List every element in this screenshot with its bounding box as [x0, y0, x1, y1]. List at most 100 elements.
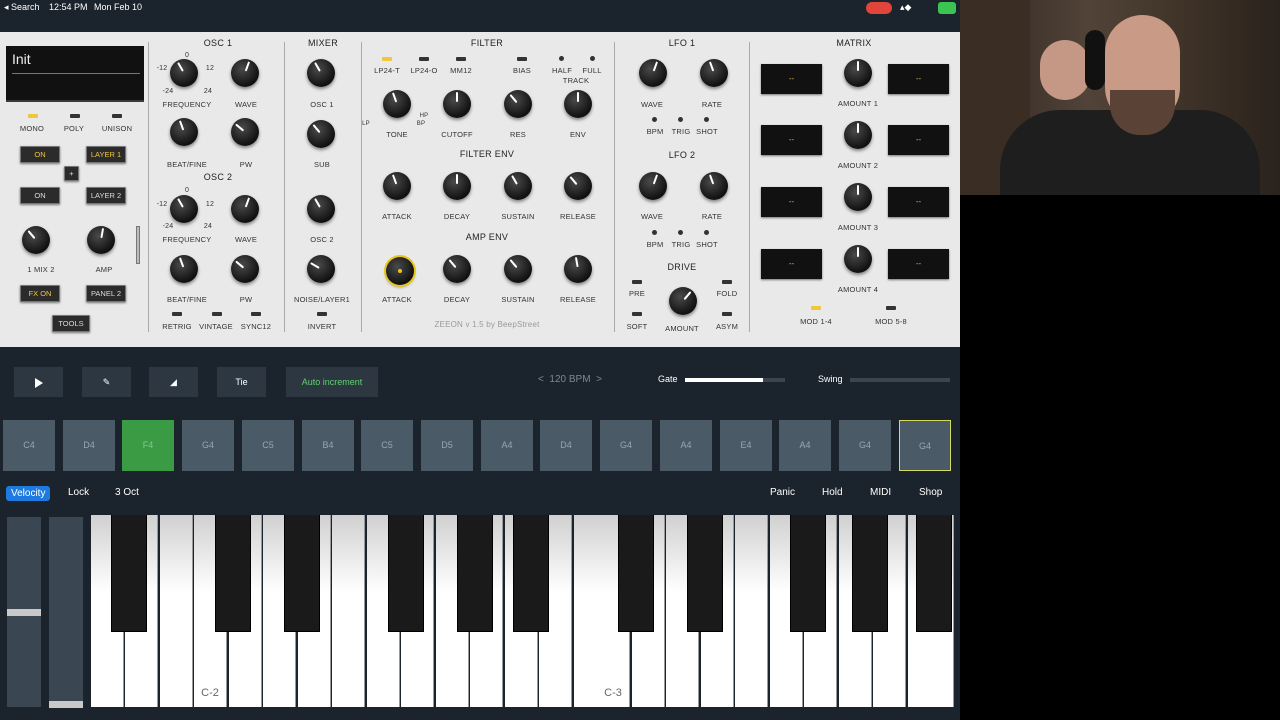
- pitch-bend-wheel[interactable]: [7, 517, 41, 707]
- layer2-on-button[interactable]: ON: [20, 187, 60, 204]
- osc1-wave-knob[interactable]: [231, 59, 259, 87]
- white-key[interactable]: [332, 515, 365, 707]
- auto-increment-button[interactable]: Auto increment: [286, 367, 378, 397]
- lfo1-trig-dot[interactable]: [678, 117, 683, 122]
- white-key[interactable]: [735, 515, 768, 707]
- filter-res-knob[interactable]: [504, 90, 532, 118]
- step-11[interactable]: G4: [600, 420, 652, 471]
- matrix-amount1-knob[interactable]: [844, 59, 872, 87]
- hold-button[interactable]: Hold: [822, 487, 843, 498]
- tie-button[interactable]: Tie: [217, 367, 266, 397]
- black-key[interactable]: [513, 515, 549, 632]
- half-track-dot[interactable]: [559, 56, 564, 61]
- drive-soft-led[interactable]: [632, 312, 642, 316]
- mixer-osc1-knob[interactable]: [307, 59, 335, 87]
- lfo1-bpm-dot[interactable]: [652, 117, 657, 122]
- matrix-source-2[interactable]: --: [761, 125, 822, 155]
- amp-knob[interactable]: [87, 226, 115, 254]
- step-1[interactable]: C4: [3, 420, 55, 471]
- lock-button[interactable]: Lock: [68, 487, 89, 498]
- filter-env-decay-knob[interactable]: [443, 172, 471, 200]
- matrix-amount2-knob[interactable]: [844, 121, 872, 149]
- step-6[interactable]: B4: [302, 420, 354, 471]
- amp-env-attack-knob[interactable]: [386, 257, 414, 285]
- mix-knob[interactable]: [22, 226, 50, 254]
- osc2-beat-knob[interactable]: [170, 255, 198, 283]
- bpm-prev-icon[interactable]: <: [538, 374, 544, 385]
- amp-slider[interactable]: [136, 226, 140, 264]
- mod14-led[interactable]: [811, 306, 821, 310]
- matrix-dest-4[interactable]: --: [888, 249, 949, 279]
- layer1-on-button[interactable]: ON: [20, 146, 60, 163]
- panic-button[interactable]: Panic: [770, 487, 795, 498]
- retrig-led[interactable]: [172, 312, 182, 316]
- step-16[interactable]: G4: [899, 420, 951, 471]
- osc2-frequency-knob[interactable]: [170, 195, 198, 223]
- pencil-button[interactable]: ✎: [82, 367, 131, 397]
- matrix-source-1[interactable]: --: [761, 64, 822, 94]
- lfo1-wave-knob[interactable]: [639, 59, 667, 87]
- lfo2-trig-dot[interactable]: [678, 230, 683, 235]
- poly-led[interactable]: [70, 114, 80, 118]
- filter-cutoff-knob[interactable]: [443, 90, 471, 118]
- matrix-dest-2[interactable]: --: [888, 125, 949, 155]
- black-key[interactable]: [790, 515, 826, 632]
- octave-button[interactable]: 3 Oct: [115, 487, 139, 498]
- layer2-button[interactable]: LAYER 2: [86, 187, 126, 204]
- osc1-beat-knob[interactable]: [170, 118, 198, 146]
- matrix-dest-1[interactable]: --: [888, 64, 949, 94]
- black-key[interactable]: [916, 515, 952, 632]
- link-layers-button[interactable]: +: [64, 166, 79, 181]
- black-key[interactable]: [618, 515, 654, 632]
- step-4[interactable]: G4: [182, 420, 234, 471]
- amp-env-sustain-knob[interactable]: [504, 255, 532, 283]
- panel2-button[interactable]: PANEL 2: [86, 285, 126, 302]
- lfo2-bpm-dot[interactable]: [652, 230, 657, 235]
- mod58-led[interactable]: [886, 306, 896, 310]
- black-key[interactable]: [215, 515, 251, 632]
- lfo1-rate-knob[interactable]: [700, 59, 728, 87]
- fx-on-button[interactable]: FX ON: [20, 285, 60, 302]
- drive-asym-led[interactable]: [722, 312, 732, 316]
- play-button[interactable]: [14, 367, 63, 397]
- matrix-source-4[interactable]: --: [761, 249, 822, 279]
- mixer-noise-knob[interactable]: [307, 255, 335, 283]
- osc1-frequency-knob[interactable]: [170, 59, 198, 87]
- matrix-dest-3[interactable]: --: [888, 187, 949, 217]
- invert-led[interactable]: [317, 312, 327, 316]
- eraser-button[interactable]: ◢: [149, 367, 198, 397]
- black-key[interactable]: [687, 515, 723, 632]
- osc1-pw-knob[interactable]: [231, 118, 259, 146]
- lp24o-led[interactable]: [419, 57, 429, 61]
- drive-fold-led[interactable]: [722, 280, 732, 284]
- step-5[interactable]: C5: [242, 420, 294, 471]
- step-13[interactable]: E4: [720, 420, 772, 471]
- step-14[interactable]: A4: [779, 420, 831, 471]
- drive-amount-knob[interactable]: [669, 287, 697, 315]
- midi-button[interactable]: MIDI: [870, 487, 891, 498]
- filter-env-release-knob[interactable]: [564, 172, 592, 200]
- lfo2-shot-dot[interactable]: [704, 230, 709, 235]
- amp-env-decay-knob[interactable]: [443, 255, 471, 283]
- matrix-amount4-knob[interactable]: [844, 245, 872, 273]
- velocity-button[interactable]: Velocity: [6, 486, 51, 501]
- back-to-search-link[interactable]: ◂ Search: [4, 2, 40, 13]
- shop-button[interactable]: Shop: [919, 487, 942, 498]
- step-8[interactable]: D5: [421, 420, 473, 471]
- lfo1-shot-dot[interactable]: [704, 117, 709, 122]
- black-key[interactable]: [457, 515, 493, 632]
- layer1-button[interactable]: LAYER 1: [86, 146, 126, 163]
- white-key[interactable]: [160, 515, 193, 707]
- step-15[interactable]: G4: [839, 420, 891, 471]
- step-9[interactable]: A4: [481, 420, 533, 471]
- step-12[interactable]: A4: [660, 420, 712, 471]
- lfo2-rate-knob[interactable]: [700, 172, 728, 200]
- sync12-led[interactable]: [251, 312, 261, 316]
- lfo2-wave-knob[interactable]: [639, 172, 667, 200]
- pitch-bend-handle[interactable]: [7, 609, 41, 616]
- preset-display[interactable]: Init: [6, 46, 144, 102]
- vintage-led[interactable]: [212, 312, 222, 316]
- swing-slider[interactable]: [850, 378, 950, 382]
- gate-slider[interactable]: [685, 378, 785, 382]
- black-key[interactable]: [111, 515, 147, 632]
